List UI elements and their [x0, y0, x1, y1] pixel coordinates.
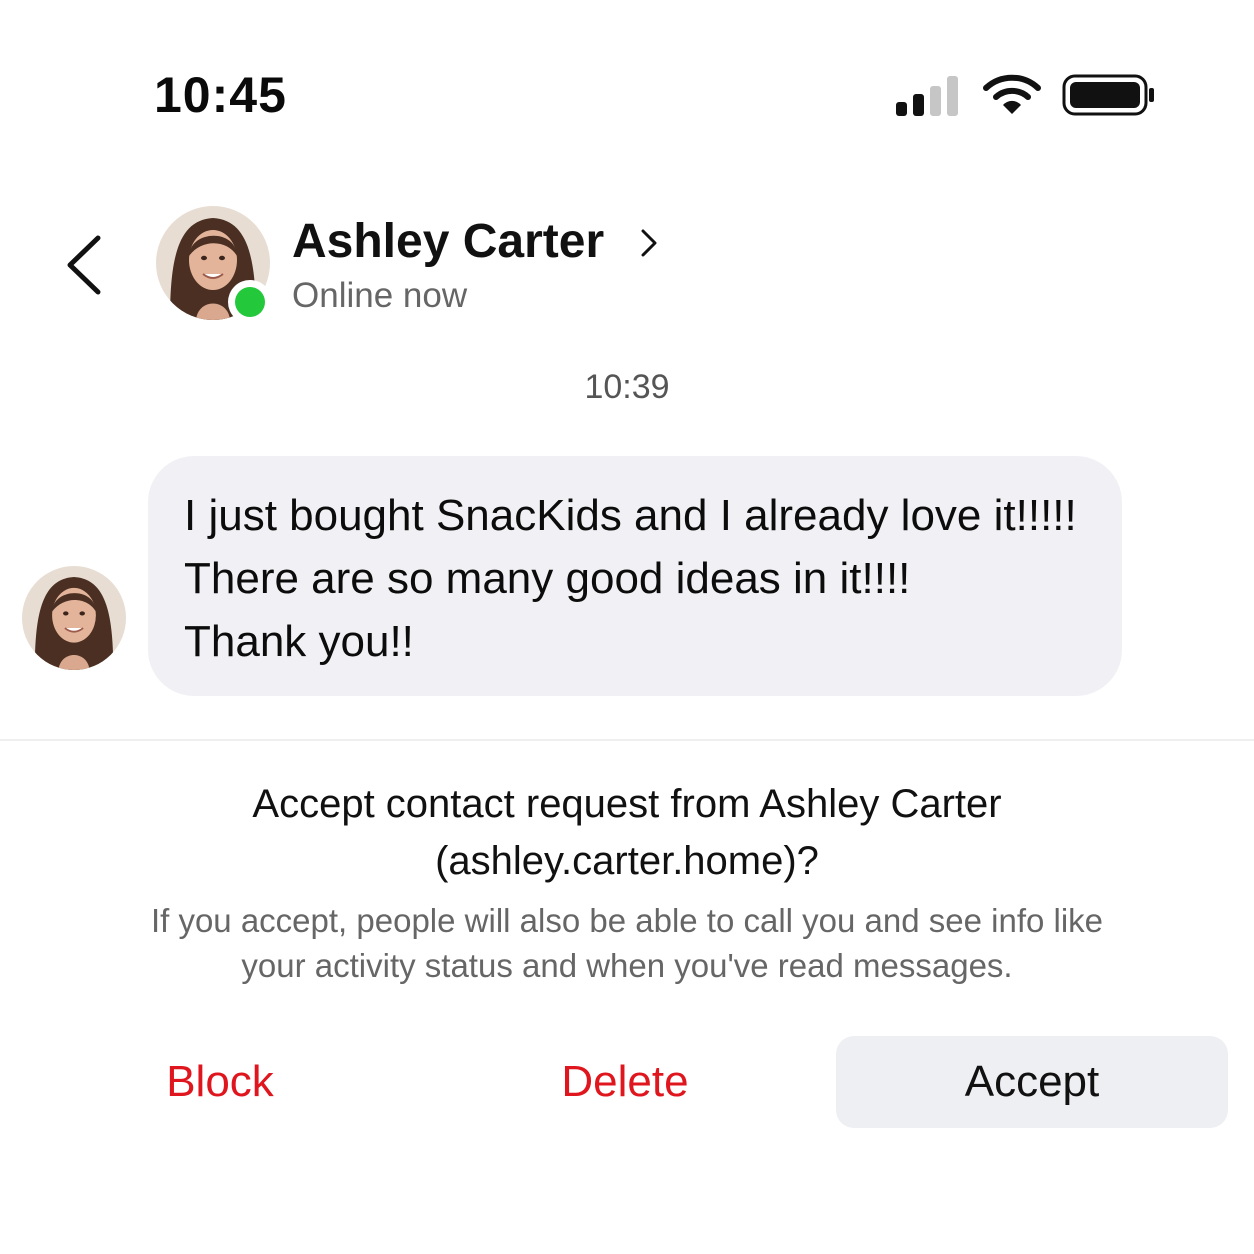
request-title: Accept contact request from Ashley Carte… — [100, 776, 1154, 890]
request-description-line: your activity status and when you've rea… — [241, 947, 1013, 984]
back-button[interactable] — [62, 232, 108, 298]
battery-icon — [1062, 74, 1154, 116]
request-description: If you accept, people will also be able … — [60, 898, 1194, 988]
request-description-line: If you accept, people will also be able … — [150, 902, 1104, 939]
divider — [0, 739, 1254, 741]
sender-avatar[interactable] — [22, 566, 126, 670]
wifi-icon — [983, 74, 1041, 114]
message-line: There are so many good ideas in it!!!! — [184, 554, 911, 603]
request-title-line: Accept contact request from Ashley Carte… — [252, 782, 1002, 826]
online-status-indicator — [228, 280, 272, 324]
accept-button[interactable]: Accept — [836, 1036, 1228, 1128]
message-bubble[interactable]: I just bought SnacKids and I already lov… — [148, 456, 1122, 696]
status-time: 10:45 — [154, 67, 287, 123]
request-title-line: (ashley.carter.home)? — [435, 839, 819, 883]
presence-status: Online now — [292, 276, 468, 315]
block-button[interactable]: Block — [130, 1036, 310, 1128]
contact-name[interactable]: Ashley Carter — [292, 214, 604, 269]
delete-button[interactable]: Delete — [530, 1036, 720, 1128]
message-line: I just bought SnacKids and I already lov… — [184, 491, 1077, 540]
message-timestamp: 10:39 — [584, 368, 670, 406]
chevron-right-icon[interactable] — [638, 226, 660, 260]
message-line: Thank you!! — [184, 617, 414, 666]
cellular-signal-icon — [896, 72, 962, 116]
